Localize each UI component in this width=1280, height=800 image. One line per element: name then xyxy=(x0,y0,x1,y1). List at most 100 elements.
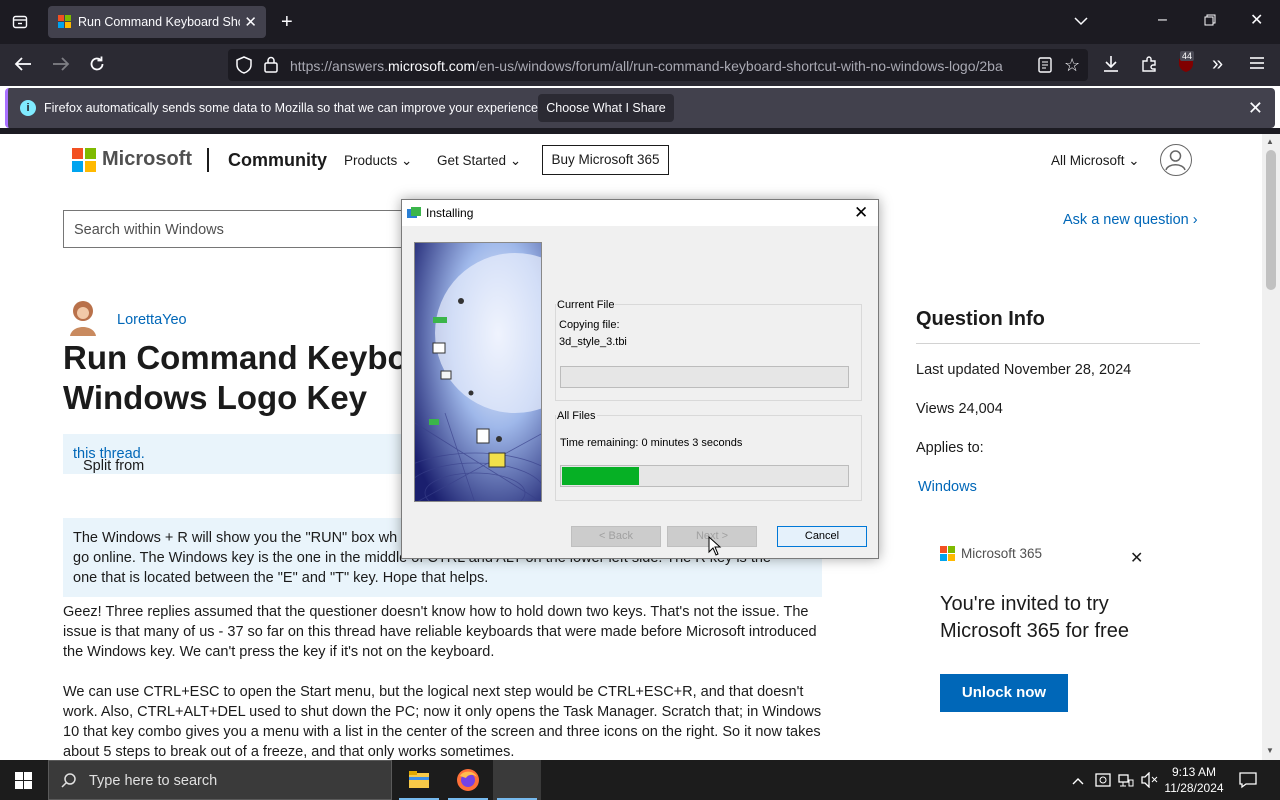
applies-to-label: Applies to: xyxy=(916,440,984,456)
chevron-down-icon: ⌄ xyxy=(401,153,413,168)
current-file-label: Current File xyxy=(556,299,616,311)
close-window-icon[interactable]: ✕ xyxy=(1250,13,1263,29)
question-info-divider xyxy=(916,343,1200,344)
all-microsoft-menu[interactable]: All Microsoft ⌄ xyxy=(1051,153,1140,169)
all-files-progress-bar xyxy=(560,465,849,487)
installer-taskbar-button[interactable] xyxy=(493,760,541,800)
copying-file-label: Copying file: xyxy=(559,319,620,331)
ad-headline: You're invited to try Microsoft 365 for … xyxy=(940,593,1129,642)
installer-banner-image xyxy=(414,242,542,502)
current-file-name: 3d_style_3.tbi xyxy=(559,336,627,348)
all-files-group xyxy=(555,415,862,501)
split-from-notice: Split from this thread. xyxy=(63,434,423,474)
buy-microsoft-365-button[interactable]: Buy Microsoft 365 xyxy=(542,145,669,175)
folder-icon xyxy=(409,771,429,788)
reload-icon[interactable] xyxy=(88,55,106,76)
tab-overflow-chevron-icon[interactable] xyxy=(1074,14,1088,30)
hamburger-menu-icon[interactable] xyxy=(1249,55,1265,74)
tab-title: Run Command Keyboard Shortcut with No Wi… xyxy=(78,15,240,29)
nav-get-started[interactable]: Get Started ⌄ xyxy=(437,153,521,169)
address-bar[interactable]: https://answers.microsoft.com/en-us/wind… xyxy=(228,49,1088,81)
extension-badge-count: 44 xyxy=(1180,51,1195,61)
mouse-pointer-icon xyxy=(708,535,722,556)
views-count-text: Views 24,004 xyxy=(916,401,1003,417)
question-body-paragraph-2: We can use CTRL+ESC to open the Start me… xyxy=(63,684,822,760)
clock-date: 11/28/2024 xyxy=(1164,781,1224,795)
microsoft-favicon-icon xyxy=(58,15,72,29)
windows-start-icon[interactable] xyxy=(15,772,32,794)
overflow-menu-chevrons-icon[interactable]: » xyxy=(1212,54,1223,74)
bookmark-star-icon[interactable]: ☆ xyxy=(1064,56,1080,74)
choose-what-i-share-button[interactable]: Choose What I Share xyxy=(538,94,674,122)
scroll-up-arrow-icon[interactable]: ▲ xyxy=(1266,137,1274,146)
notification-close-icon[interactable]: ✕ xyxy=(1248,98,1263,119)
question-title: Run Command Keybo Windows Logo Key xyxy=(63,339,408,416)
scrollbar-thumb[interactable] xyxy=(1266,150,1276,290)
data-collection-notification-bar: i Firefox automatically sends some data … xyxy=(5,88,1275,128)
chevron-right-icon: › xyxy=(1192,212,1198,228)
current-file-progress-bar xyxy=(560,366,849,388)
restore-window-icon[interactable] xyxy=(1204,14,1216,30)
firefox-icon xyxy=(457,769,479,791)
dialog-title: Installing xyxy=(426,206,474,220)
show-hidden-icons-chevron-icon[interactable] xyxy=(1072,772,1084,788)
reader-view-icon[interactable] xyxy=(1038,57,1052,76)
info-icon: i xyxy=(20,100,36,116)
minimize-window-icon[interactable]: – xyxy=(1158,12,1167,28)
notifications-icon[interactable] xyxy=(1239,771,1257,792)
dialog-close-icon[interactable]: ✕ xyxy=(854,203,868,223)
list-all-tabs-icon[interactable] xyxy=(12,14,28,34)
back-arrow-icon[interactable] xyxy=(14,56,32,75)
windows-taskbar: Type here to search 9:13 AM 11/28/2024 xyxy=(0,760,1280,800)
volume-muted-icon[interactable] xyxy=(1141,771,1159,791)
tray-app-icon[interactable] xyxy=(1095,772,1111,791)
file-explorer-taskbar-button[interactable] xyxy=(395,760,443,800)
extensions-puzzle-icon[interactable] xyxy=(1140,55,1158,76)
question-body-paragraph-1: Geez! Three replies assumed that the que… xyxy=(63,604,817,660)
search-icon xyxy=(61,772,77,792)
network-icon[interactable] xyxy=(1118,772,1134,791)
downloads-icon[interactable] xyxy=(1103,55,1119,76)
chevron-down-icon: ⌄ xyxy=(1128,153,1140,168)
avatar[interactable] xyxy=(64,296,102,336)
firefox-taskbar-button[interactable] xyxy=(444,760,492,800)
ask-new-question-link[interactable]: Ask a new question › xyxy=(1063,212,1198,228)
all-files-progress-fill xyxy=(562,467,639,485)
microsoft-logo-icon[interactable] xyxy=(72,148,96,172)
url-text[interactable]: https://answers.microsoft.com/en-us/wind… xyxy=(290,58,1026,74)
taskbar-search-box[interactable]: Type here to search xyxy=(48,760,392,800)
installer-app-icon xyxy=(406,206,422,220)
time-remaining-text: Time remaining: 0 minutes 3 seconds xyxy=(560,437,743,449)
unlock-now-button[interactable]: Unlock now xyxy=(940,674,1068,712)
lock-icon[interactable] xyxy=(264,56,278,76)
microsoft-brand-text[interactable]: Microsoft xyxy=(102,148,192,171)
chevron-down-icon: ⌄ xyxy=(509,153,522,168)
clock-time: 9:13 AM xyxy=(1171,765,1217,779)
dialog-title-bar[interactable]: Installing ✕ xyxy=(402,200,878,226)
last-updated-text: Last updated November 28, 2024 xyxy=(916,362,1132,378)
page-scrollbar[interactable]: ▲ ▼ xyxy=(1262,134,1280,760)
browser-tab-active[interactable]: Run Command Keyboard Shortcut with No Wi… xyxy=(48,6,266,38)
user-account-icon[interactable] xyxy=(1160,144,1192,176)
cancel-button[interactable]: Cancel xyxy=(777,526,867,547)
scroll-down-arrow-icon[interactable]: ▼ xyxy=(1266,746,1274,755)
ad-close-icon[interactable]: ✕ xyxy=(1130,548,1143,568)
back-button[interactable]: < Back xyxy=(571,526,661,547)
browser-nav-bar: https://answers.microsoft.com/en-us/wind… xyxy=(0,44,1280,86)
applies-to-windows-link[interactable]: Windows xyxy=(918,479,977,495)
notification-message: Firefox automatically sends some data to… xyxy=(44,101,542,115)
microsoft-365-logo-icon xyxy=(940,546,956,562)
nav-products[interactable]: Products ⌄ xyxy=(344,153,412,169)
question-info-heading: Question Info xyxy=(916,308,1045,330)
all-files-label: All Files xyxy=(556,410,597,422)
header-divider xyxy=(207,148,209,172)
tracking-protection-shield-icon[interactable] xyxy=(236,56,252,77)
community-title[interactable]: Community xyxy=(228,150,327,171)
forward-arrow-icon[interactable] xyxy=(52,56,70,75)
ad-brand-text: Microsoft 365 xyxy=(961,546,1043,561)
tab-close-icon[interactable]: ✕ xyxy=(244,13,257,31)
author-name-link[interactable]: LorettaYeo xyxy=(117,312,187,328)
search-within-windows-input[interactable]: Search within Windows xyxy=(63,210,423,248)
new-tab-icon[interactable]: + xyxy=(281,12,293,32)
taskbar-clock[interactable]: 9:13 AM 11/28/2024 xyxy=(1163,764,1225,796)
